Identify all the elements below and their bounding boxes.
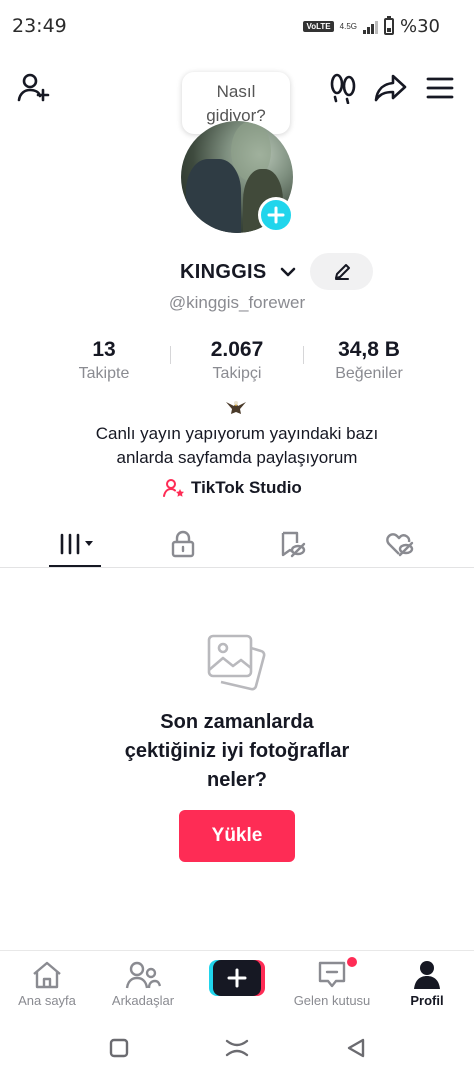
edit-icon [334, 263, 350, 280]
tab-indicator [49, 565, 101, 567]
footprint-icon [330, 73, 356, 104]
home-icon [33, 961, 61, 989]
eagle-emoji [226, 401, 246, 414]
create-button[interactable] [209, 960, 265, 996]
studio-icon [163, 479, 184, 497]
empty-title-line: neler? [206, 769, 268, 791]
likes-stat[interactable]: 34,8 B Beğeniler [314, 338, 424, 383]
upload-button[interactable]: Yükle [179, 810, 295, 862]
bio-line: anlarda sayfamda paylaşıyorum [116, 448, 358, 467]
add-friend-icon [17, 73, 50, 102]
plus-icon [267, 206, 285, 224]
recent-apps-icon [109, 1038, 129, 1058]
back-button[interactable] [344, 1036, 368, 1060]
saved-icon [281, 531, 306, 558]
empty-title-line: çektiğiniz iyi fotoğraflar [124, 740, 350, 762]
profile-tabs [0, 518, 474, 568]
tab-saved[interactable] [266, 524, 318, 564]
followers-stat[interactable]: 2.067 Takipçi [182, 338, 292, 383]
nav-home[interactable]: Ana sayfa [2, 959, 92, 1008]
share-icon [374, 74, 407, 102]
lock-icon [171, 530, 195, 558]
profile-bio: Canlı yayın yapıyorum yayındaki bazı anl… [0, 422, 474, 470]
stat-divider [170, 346, 171, 364]
recent-apps-button[interactable] [107, 1036, 131, 1060]
friends-icon [125, 961, 161, 989]
following-count: 13 [92, 338, 116, 361]
profile-icon [414, 961, 440, 989]
grid-icon [60, 533, 93, 555]
bio-line: Canlı yayın yapıyorum yayındaki bazı [95, 424, 379, 443]
stat-divider [303, 346, 304, 364]
menu-icon [426, 77, 454, 99]
followers-label: Takipçi [212, 365, 262, 382]
liked-icon [386, 533, 414, 557]
share-button[interactable] [372, 70, 410, 106]
battery-percent: %30 [399, 16, 440, 37]
menu-button[interactable] [422, 70, 458, 106]
profile-handle: @kinggis_forewer [168, 293, 306, 312]
home-gesture-icon [225, 1039, 249, 1057]
create-icon [227, 968, 247, 988]
nav-friends-label: Arkadaşlar [111, 993, 175, 1008]
nav-home-label: Ana sayfa [18, 993, 76, 1008]
back-icon [347, 1038, 365, 1058]
chevron-down-icon[interactable] [279, 263, 297, 281]
tab-liked[interactable] [374, 524, 426, 564]
edit-profile-button[interactable] [310, 253, 373, 290]
following-stat[interactable]: 13 Takipte [49, 338, 159, 383]
add-story-button[interactable] [258, 197, 294, 233]
status-bar: 23:49 VoLTE 4.5G %30 [0, 0, 474, 52]
nav-inbox-label: Gelen kutusu [293, 993, 371, 1008]
empty-state-title: Son zamanlarda çektiğiniz iyi fotoğrafla… [0, 708, 474, 795]
home-system-button[interactable] [225, 1036, 249, 1060]
volte-badge: VoLTE [303, 21, 334, 32]
nav-friends[interactable]: Arkadaşlar [98, 959, 188, 1008]
profile-views-button[interactable] [326, 70, 360, 106]
status-indicators: VoLTE 4.5G %30 [303, 16, 440, 37]
following-label: Takipte [78, 365, 130, 382]
bottom-nav: Ana sayfa Arkadaşlar Gelen kutusu Profil [0, 950, 474, 1012]
photo-icon [207, 634, 266, 691]
studio-label: TikTok Studio [191, 478, 302, 497]
system-nav [0, 1012, 474, 1080]
profile-username[interactable]: KINGGIS [180, 261, 267, 284]
likes-count: 34,8 B [338, 338, 400, 361]
add-friend-button[interactable] [14, 70, 54, 106]
bubble-text-line1: Nasıl [216, 82, 256, 101]
empty-title-line: Son zamanlarda [160, 711, 314, 733]
followers-count: 2.067 [210, 338, 264, 361]
signal-icon [362, 20, 378, 34]
battery-icon [383, 16, 394, 35]
status-time: 23:49 [12, 15, 67, 37]
tab-posts[interactable] [50, 524, 102, 564]
nav-inbox[interactable]: Gelen kutusu [287, 957, 377, 1008]
nav-profile[interactable]: Profil [382, 959, 472, 1008]
tab-private[interactable] [157, 524, 209, 564]
nav-profile-label: Profil [410, 993, 444, 1008]
inbox-icon [318, 961, 346, 988]
inbox-notification-dot [347, 957, 357, 967]
network-type: 4.5G [339, 21, 357, 31]
tiktok-studio-link[interactable]: TikTok Studio [163, 478, 302, 498]
likes-label: Beğeniler [335, 365, 403, 382]
